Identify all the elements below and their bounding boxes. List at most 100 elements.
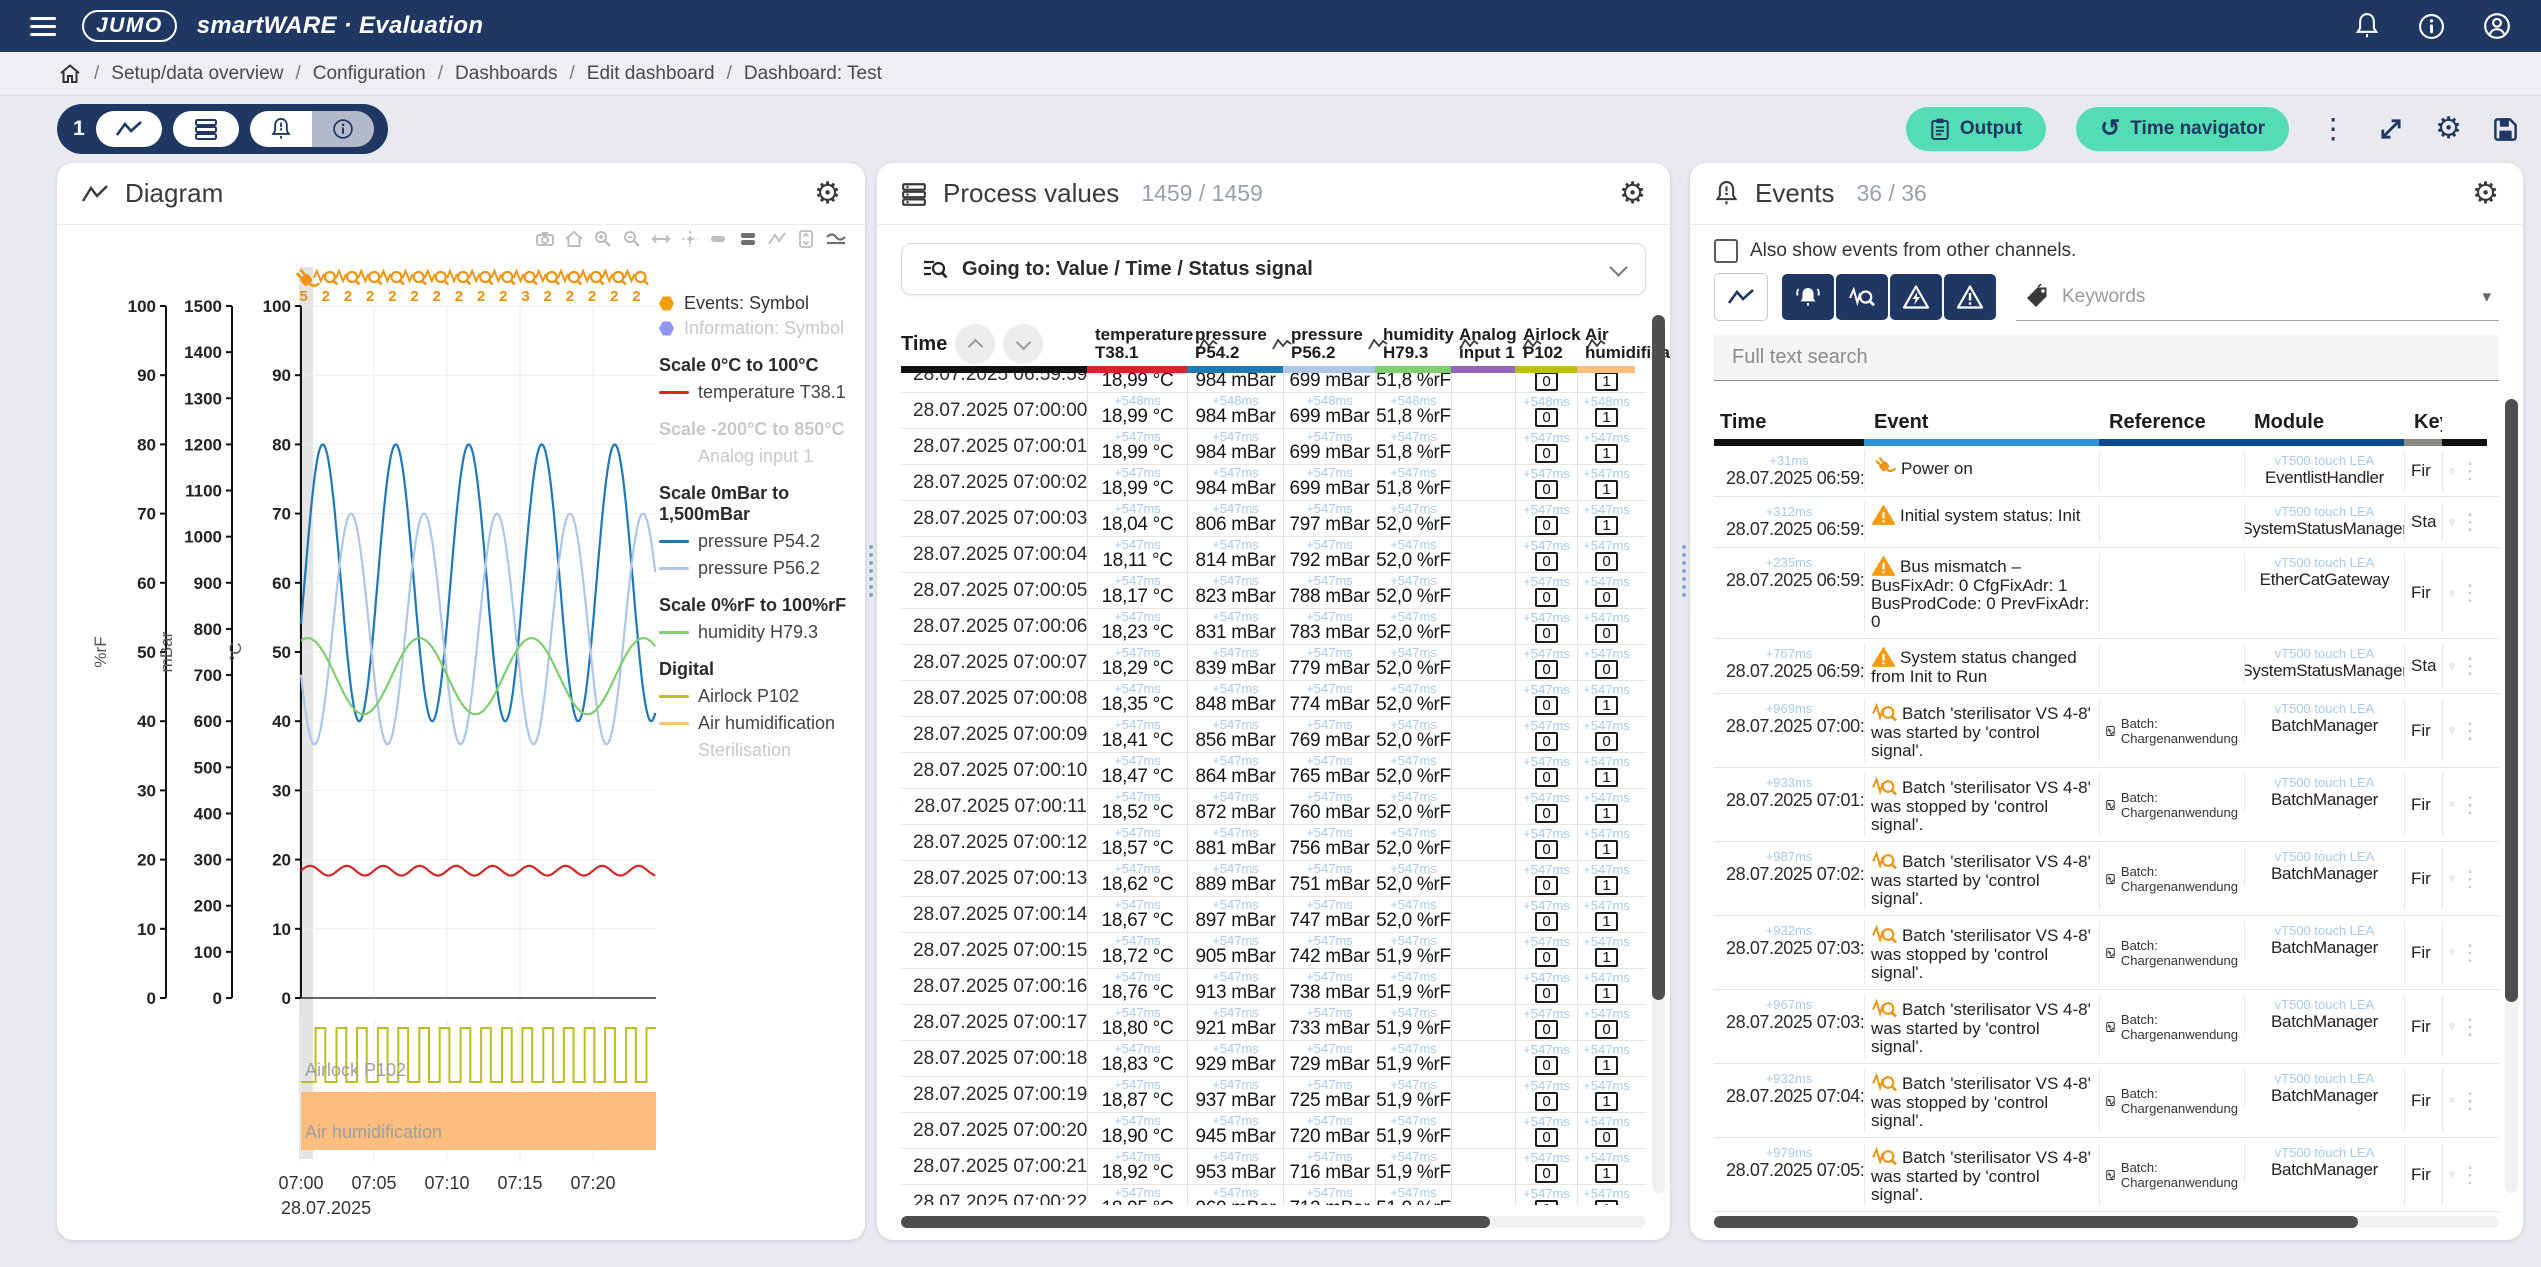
diagram-settings-gear-icon[interactable]: ⚙ <box>814 179 841 209</box>
table-row[interactable]: 28.07.2025 07:00:04+547ms18,11 °C+547ms8… <box>901 537 1646 573</box>
legend-series-item[interactable]: pressure P56.2 <box>659 558 859 579</box>
row-menu-icon[interactable]: ⋮ <box>2459 1164 2481 1186</box>
batch-event-icon[interactable] <box>514 271 538 285</box>
table-row[interactable]: 28.07.2025 07:00:21+547ms18,92 °C+547ms9… <box>901 1149 1646 1185</box>
legend-series-item[interactable]: temperature T38.1 <box>659 382 859 403</box>
events-settings-gear-icon[interactable]: ⚙ <box>2472 179 2499 209</box>
breadcrumb-item[interactable]: Edit dashboard <box>587 63 715 85</box>
table-row[interactable]: 28.07.2025 07:00:09+547ms18,41 °C+547ms8… <box>901 717 1646 753</box>
events-vertical-scrollbar[interactable] <box>2505 399 2518 1193</box>
batch-event-icon[interactable] <box>536 271 560 285</box>
table-row[interactable]: +767ms28.07.2025 06:59:59System status c… <box>1714 639 2499 694</box>
batch-event-icon[interactable] <box>358 271 382 285</box>
table-row[interactable]: 28.07.2025 06:59:59+548ms18,99 °C+548ms9… <box>901 373 1646 393</box>
table-row[interactable]: 28.07.2025 07:00:16+547ms18,76 °C+547ms9… <box>901 969 1646 1005</box>
row-menu-icon[interactable]: ⋮ <box>2459 655 2481 677</box>
table-row[interactable]: +932ms28.07.2025 07:04:32Batch 'sterilis… <box>1714 1064 2499 1138</box>
keywords-dropdown[interactable]: Keywords ▾ <box>2016 274 2499 321</box>
filter-power-events-button[interactable] <box>1890 274 1942 320</box>
table-row[interactable]: +235ms28.07.2025 06:59:46Bus mismatch – … <box>1714 548 2499 639</box>
widget-toggle-info[interactable] <box>312 111 374 147</box>
pan-arrows-icon[interactable] <box>651 229 671 249</box>
table-row[interactable]: +932ms28.07.2025 07:03:02Batch 'sterilis… <box>1714 916 2499 990</box>
reset-home-icon[interactable] <box>564 229 584 249</box>
save-icon[interactable] <box>2492 116 2519 143</box>
table-row[interactable]: 28.07.2025 07:00:14+547ms18,67 °C+547ms8… <box>901 897 1646 933</box>
sort-down-button[interactable] <box>1003 324 1043 364</box>
widget-toggle-events-info[interactable] <box>250 111 374 147</box>
table-row[interactable]: 28.07.2025 07:00:20+547ms18,90 °C+547ms9… <box>901 1113 1646 1149</box>
legend-series-item[interactable]: humidity H79.3 <box>659 622 859 643</box>
column-header[interactable]: Airhumidificat <box>1577 315 1635 373</box>
batch-event-icon[interactable] <box>469 271 493 285</box>
table-row[interactable]: 28.07.2025 07:00:19+547ms18,87 °C+547ms9… <box>901 1077 1646 1113</box>
table-row[interactable]: 28.07.2025 07:00:07+547ms18,29 °C+547ms8… <box>901 645 1646 681</box>
table-row[interactable]: +987ms28.07.2025 07:02:17Batch 'sterilis… <box>1714 842 2499 916</box>
column-header[interactable]: temperatureT38.1 <box>1087 315 1187 373</box>
info-icon[interactable] <box>2418 13 2445 40</box>
table-row[interactable]: 28.07.2025 07:00:03+547ms18,04 °C+547ms8… <box>901 501 1646 537</box>
table-row[interactable]: 28.07.2025 07:00:06+547ms18,23 °C+547ms8… <box>901 609 1646 645</box>
table-row[interactable]: +967ms28.07.2025 07:03:47Batch 'sterilis… <box>1714 990 2499 1064</box>
fulltext-search-input[interactable]: Full text search <box>1714 335 2499 381</box>
legend-series-item[interactable]: Airlock P102 <box>659 686 859 707</box>
column-header[interactable]: pressureP54.2 <box>1187 315 1283 373</box>
tooltip-single-icon[interactable] <box>709 229 729 249</box>
table-row[interactable]: 28.07.2025 07:00:05+547ms18,17 °C+547ms8… <box>901 573 1646 609</box>
tooltip-compare-icon[interactable] <box>738 229 758 249</box>
legend-series-item[interactable]: Sterilisation <box>659 740 859 761</box>
row-menu-icon[interactable]: ⋮ <box>2459 460 2481 482</box>
legend-symbol-item[interactable]: Events: Symbol <box>659 293 859 314</box>
column-header[interactable]: Analoginput 1 <box>1451 315 1515 373</box>
table-row[interactable]: +31ms28.07.2025 06:59:24Power onvT500 to… <box>1714 446 2499 497</box>
table-row[interactable]: +979ms28.07.2025 07:05:17Batch 'sterilis… <box>1714 1138 2499 1212</box>
batch-event-icon[interactable] <box>624 271 648 285</box>
spike-cursor-icon[interactable] <box>680 229 700 249</box>
panel-resize-handle[interactable] <box>867 545 875 597</box>
table-row[interactable]: +969ms28.07.2025 07:00:47Batch 'sterilis… <box>1714 694 2499 768</box>
row-menu-icon[interactable]: ⋮ <box>2459 1090 2481 1112</box>
row-menu-icon[interactable]: ⋮ <box>2459 511 2481 533</box>
breadcrumb-item[interactable]: Setup/data overview <box>111 63 283 85</box>
filter-process-events-button[interactable] <box>1714 273 1768 321</box>
sort-up-button[interactable] <box>955 324 995 364</box>
axis-range-icon[interactable] <box>796 229 816 249</box>
row-menu-icon[interactable]: ⋮ <box>2459 942 2481 964</box>
table-row[interactable]: 28.07.2025 07:00:08+547ms18,35 °C+547ms8… <box>901 681 1646 717</box>
more-options-icon[interactable]: ⋮ <box>2319 115 2347 143</box>
row-menu-icon[interactable]: ⋮ <box>2459 868 2481 890</box>
breadcrumb-item[interactable]: Dashboards <box>455 63 557 85</box>
table-row[interactable]: 28.07.2025 07:00:00+548ms18,99 °C+548ms9… <box>901 393 1646 429</box>
fullscreen-icon[interactable] <box>2377 115 2405 143</box>
table-row[interactable]: +933ms28.07.2025 07:01:32Batch 'sterilis… <box>1714 768 2499 842</box>
time-navigator-button[interactable]: ↺ Time navigator <box>2076 107 2289 151</box>
row-menu-icon[interactable]: ⋮ <box>2459 794 2481 816</box>
table-row[interactable]: 28.07.2025 07:00:13+547ms18,62 °C+547ms8… <box>901 861 1646 897</box>
legend-symbol-item[interactable]: Information: Symbol <box>659 318 859 339</box>
column-header[interactable]: humidityH79.3 <box>1375 315 1451 373</box>
home-icon[interactable] <box>58 62 82 86</box>
table-row[interactable]: +931ms28.07.2025 07:06:02Batch 'sterilis… <box>1714 1212 2499 1215</box>
settings-gear-icon[interactable]: ⚙ <box>2435 114 2462 144</box>
autoscale-icon[interactable] <box>825 229 847 249</box>
filter-alarms-button[interactable] <box>1782 274 1834 320</box>
table-row[interactable]: 28.07.2025 07:00:15+547ms18,72 °C+547ms9… <box>901 933 1646 969</box>
column-header[interactable]: AirlockP102 <box>1515 315 1577 373</box>
table-row[interactable]: 28.07.2025 07:00:18+547ms18,83 °C+547ms9… <box>901 1041 1646 1077</box>
widget-toggle-events[interactable] <box>250 111 312 147</box>
table-row[interactable]: +312ms28.07.2025 06:59:30Initial system … <box>1714 497 2499 548</box>
snapshot-camera-icon[interactable] <box>535 229 555 249</box>
batch-event-icon[interactable] <box>602 271 626 285</box>
legend-series-item[interactable]: Analog input 1 <box>659 446 859 467</box>
legend-series-item[interactable]: Air humidification <box>659 713 859 734</box>
batch-event-icon[interactable] <box>580 271 604 285</box>
widget-toggle-diagram[interactable] <box>96 111 162 147</box>
breadcrumb-item[interactable]: Dashboard: Test <box>744 63 882 85</box>
column-header[interactable]: pressureP56.2 <box>1283 315 1375 373</box>
process-horizontal-scrollbar[interactable] <box>901 1216 1646 1228</box>
batch-event-icon[interactable] <box>425 271 449 285</box>
table-row[interactable]: 28.07.2025 07:00:17+547ms18,80 °C+547ms9… <box>901 1005 1646 1041</box>
row-menu-icon[interactable]: ⋮ <box>2459 1016 2481 1038</box>
filter-warnings-button[interactable] <box>1944 274 1996 320</box>
row-menu-icon[interactable]: ⋮ <box>2459 720 2481 742</box>
